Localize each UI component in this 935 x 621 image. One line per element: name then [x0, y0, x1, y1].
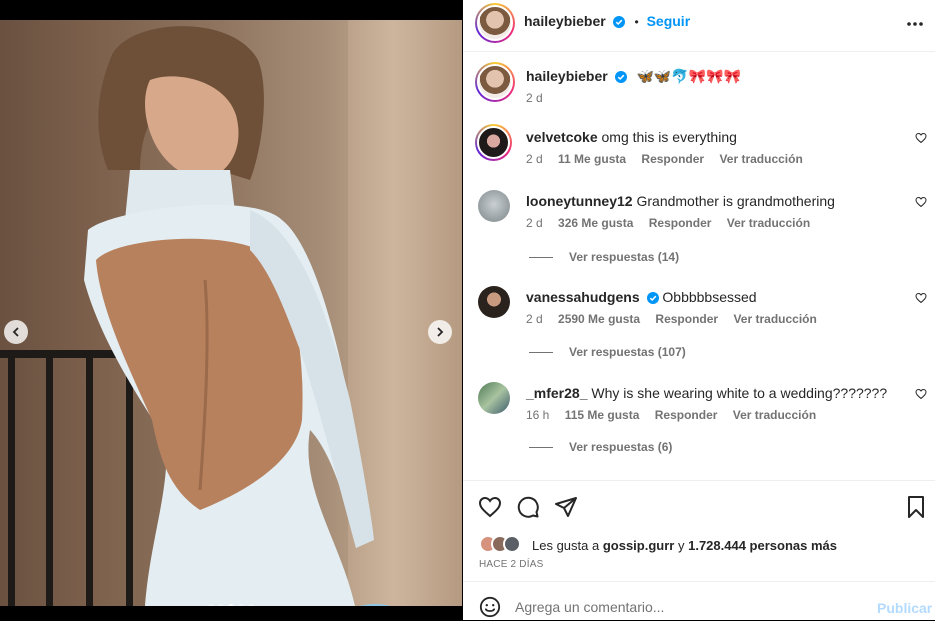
translate-button[interactable]: Ver traducción [727, 216, 810, 230]
comment-avatar[interactable] [478, 286, 510, 318]
comment-avatar[interactable] [475, 124, 512, 161]
comment-time[interactable]: 2 d [526, 312, 543, 326]
comment-text: omg this is everything [601, 129, 737, 145]
comment-time[interactable]: 16 h [526, 408, 549, 422]
heart-icon[interactable] [915, 388, 927, 400]
comment-text: Grandmother is grandmothering [636, 193, 835, 209]
comment-username[interactable]: velvetcoke [526, 129, 598, 145]
comment-likes[interactable]: 11 Me gusta [558, 152, 626, 166]
view-replies-label: Ver respuestas (14) [569, 250, 680, 264]
carousel-dot [228, 604, 234, 606]
comment-icon[interactable] [516, 495, 540, 519]
carousel-dot [238, 604, 244, 606]
reply-button[interactable]: Responder [655, 312, 718, 326]
likes-count[interactable]: 1.728.444 personas más [688, 538, 837, 553]
comment-text: Obbbbbsessed [662, 289, 757, 305]
comment-username[interactable]: _mfer28_ [526, 385, 588, 401]
comment-avatar[interactable] [478, 190, 510, 222]
chevron-left-icon [12, 327, 19, 337]
caption-username[interactable]: haileybieber [526, 68, 608, 84]
comment-username[interactable]: vanessahudgens [526, 289, 640, 305]
carousel-indicator [0, 604, 462, 606]
post-header: haileybieber • Seguir [463, 0, 935, 52]
caption-time[interactable]: 2 d [526, 91, 543, 105]
post-media [0, 0, 462, 620]
likes-prefix: Les gusta a [532, 538, 600, 553]
likes-summary: Les gusta a gossip.gurr y 1.728.444 pers… [532, 538, 837, 553]
view-replies-label: Ver respuestas (6) [569, 440, 673, 454]
bookmark-icon[interactable] [904, 495, 928, 519]
comment-input[interactable] [515, 594, 875, 620]
verified-badge-icon [614, 71, 627, 83]
heart-icon[interactable] [915, 196, 927, 208]
liked-by-avatars[interactable] [479, 535, 529, 555]
liked-by-user[interactable]: gossip.gurr [603, 538, 675, 553]
caption-text: 🦋🦋🐬🎀🎀🎀 [636, 68, 742, 84]
next-image-button[interactable] [428, 320, 452, 344]
post-timestamp[interactable]: HACE 2 DÍAS [479, 559, 543, 570]
author-username[interactable]: haileybieber [524, 13, 606, 29]
comment-username[interactable]: looneytunney12 [526, 193, 633, 209]
comment-avatar[interactable] [478, 382, 510, 414]
translate-button[interactable]: Ver traducción [719, 152, 802, 166]
chevron-right-icon [437, 327, 444, 337]
photo-person [84, 26, 391, 606]
view-replies-label: Ver respuestas (107) [569, 345, 686, 359]
heart-icon[interactable] [915, 292, 927, 304]
caption-avatar[interactable] [475, 62, 515, 102]
publish-button[interactable]: Publicar [877, 600, 932, 616]
carousel-dot [208, 604, 214, 606]
follow-button[interactable]: Seguir [647, 13, 691, 29]
carousel-dot [248, 604, 254, 606]
comment-likes[interactable]: 115 Me gusta [565, 408, 640, 422]
reply-button[interactable]: Responder [641, 152, 704, 166]
header-separator: • [634, 15, 639, 29]
comment-likes[interactable]: 326 Me gusta [558, 216, 633, 230]
previous-image-button[interactable] [4, 320, 28, 344]
heart-icon[interactable] [478, 495, 502, 519]
author-avatar[interactable] [475, 3, 515, 43]
more-options-icon[interactable] [905, 14, 925, 34]
translate-button[interactable]: Ver traducción [733, 312, 816, 326]
post-side-panel: haileybieber • Seguir haileybieber 🦋🦋🐬🎀🎀… [463, 0, 935, 620]
likes-and: y [677, 538, 685, 553]
reply-button[interactable]: Responder [655, 408, 718, 422]
verified-badge-icon [646, 292, 659, 304]
view-replies-button[interactable]: Ver respuestas (107) [529, 345, 686, 359]
heart-icon[interactable] [915, 132, 927, 144]
view-replies-button[interactable]: Ver respuestas (14) [529, 250, 679, 264]
comment-time[interactable]: 2 d [526, 152, 543, 166]
carousel-dot [218, 604, 224, 606]
post-actions: Les gusta a gossip.gurr y 1.728.444 pers… [463, 480, 935, 620]
share-icon[interactable] [554, 495, 578, 519]
add-comment-bar: Publicar [463, 581, 935, 621]
comment-time[interactable]: 2 d [526, 216, 543, 230]
emoji-icon[interactable] [479, 596, 501, 618]
view-replies-button[interactable]: Ver respuestas (6) [529, 440, 672, 454]
post-photo[interactable] [0, 20, 462, 606]
instagram-post-modal: haileybieber • Seguir haileybieber 🦋🦋🐬🎀🎀… [0, 0, 935, 620]
comment-likes[interactable]: 2590 Me gusta [558, 312, 640, 326]
comment-text: Why is she wearing white to a wedding???… [591, 385, 888, 401]
reply-button[interactable]: Responder [649, 216, 712, 230]
verified-badge-icon [612, 16, 625, 28]
translate-button[interactable]: Ver traducción [733, 408, 816, 422]
